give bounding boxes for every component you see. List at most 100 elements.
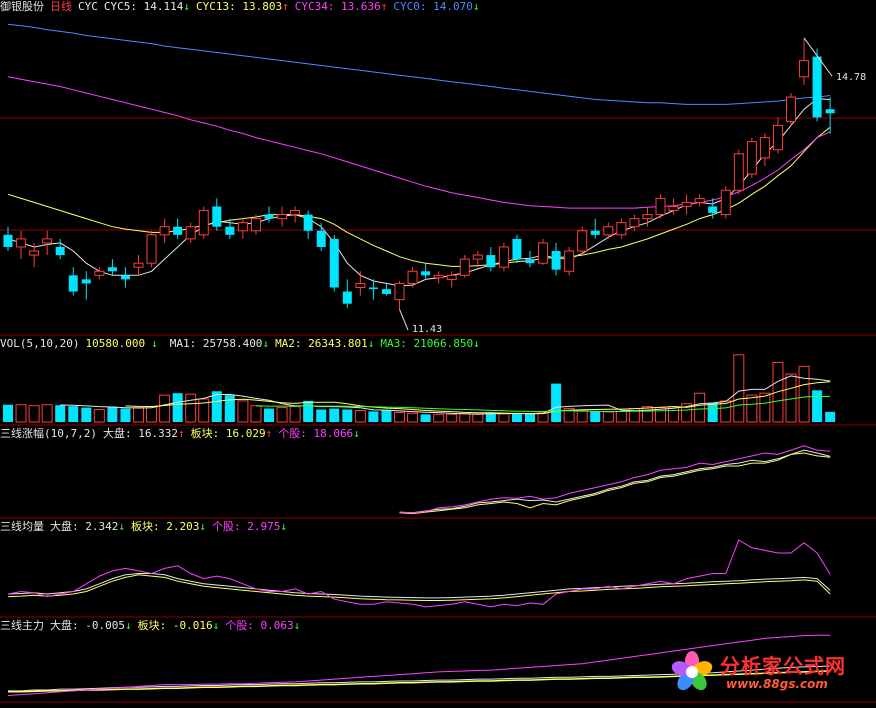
zhangfu-line-2 [399,445,831,514]
candle-body-63 [825,109,835,114]
candle-body-58 [759,137,770,159]
zhangfu-legend-1: 板块: 16.029↑ [191,427,273,440]
junliang-line-2 [7,539,831,608]
candle-body-53 [694,197,705,203]
candle-body-17 [225,226,235,235]
cyc-legend-label-2: CYC34: 13.636 [294,0,381,13]
candle-body-31 [407,270,418,284]
candle-body-36 [472,254,483,260]
candle-body-42 [551,251,561,270]
zhuli-title: 三线主力 [0,619,44,632]
candle-body-35 [459,258,470,276]
vol-bar-63 [825,411,836,422]
vol-bar-18 [237,400,249,423]
cyc-line-CYC5 [7,98,831,287]
vol-bar-41 [537,412,549,423]
vol-legend-arrow-1: ↓ [367,337,375,350]
candle-body-19 [250,218,261,232]
vol-legend-arrow-0: ↓ [262,337,270,350]
candle-body-43 [564,250,575,272]
candle-body-15 [198,210,209,236]
cyc-legend-2: CYC34: 13.636↑ [295,0,388,13]
candle-body-59 [772,124,783,151]
junliang-line-1 [7,574,831,601]
candle-body-27 [355,282,366,288]
junliang-panel-header: 三线均量 大盘: 2.342↓ 板块: 2.203↓ 个股: 2.975↓ [0,521,299,533]
candle-body-56 [733,153,744,191]
cyc-legend-arrow-3: ↓ [472,0,480,13]
zhuli-legend-label-2: 个股: 0.063 [225,619,294,632]
vol-arrow: ↓ [151,337,158,350]
vol-bar-54 [707,402,718,422]
zhangfu-title: 三线涨幅(10,7,2) [0,427,97,440]
vol-bar-13 [172,393,183,422]
candle-body-44 [577,230,588,252]
candle-body-2 [29,250,40,256]
stock-chart [0,23,876,703]
candle-body-38 [498,246,509,268]
vol-bar-10 [133,407,144,423]
junliang-legend-0: 大盘: 2.342↓ [50,520,125,533]
cyc-legend-arrow-0: ↓ [183,0,190,13]
vol-bar-26 [342,409,353,422]
vol-bar-56 [733,354,745,423]
vol-bar-9 [120,408,131,422]
candle-body-51 [668,205,679,212]
zhuli-legend-arrow-1: ↓ [212,619,220,632]
candle-body-22 [290,210,301,216]
vol-bar-47 [615,410,627,423]
candle-body-45 [590,230,600,235]
candle-body-25 [329,238,339,288]
candle-body-41 [538,242,549,264]
candle-body-12 [159,226,170,236]
zhuli-legend-arrow-0: ↓ [124,619,132,632]
candle-body-34 [446,274,457,280]
vol-bar-45 [590,411,601,422]
zhangfu-legend-label-2: 个股: 18.066 [278,427,354,440]
vol-legend-2: MA3: 21066.850↓ [380,337,479,350]
candle-body-23 [303,214,313,231]
vol-bar-8 [107,406,118,422]
candle-body-24 [316,230,326,247]
vol-bar-7 [93,409,105,423]
zhuli-legend-label-1: 板块: -0.016 [137,619,213,632]
candle-body-10 [133,262,144,268]
vol-bar-29 [381,410,392,422]
vol-bar-62 [812,390,823,422]
candle-body-0 [3,234,13,247]
candle-body-4 [55,246,65,256]
junliang-legend-label-2: 个股: 2.975 [211,520,281,533]
candle-body-28 [368,287,378,290]
zhangfu-legend-label-0: 大盘: 16.332 [102,427,178,440]
vol-bar-21 [276,407,288,423]
vol-bar-0 [3,404,13,422]
candle-body-54 [708,206,718,213]
vol-bar-32 [420,414,431,422]
vol-bar-34 [446,413,458,423]
vol-bar-49 [641,406,653,423]
candle-body-6 [81,279,91,284]
vol-bar-22 [289,406,301,423]
candle-body-52 [681,201,692,207]
vol-bar-40 [525,413,535,422]
cyc-legend-1: CYC13: 13.803↑ [196,0,289,13]
vol-bar-44 [576,409,588,423]
vol-bar-42 [551,383,562,422]
candle-body-32 [421,271,431,276]
junliang-legend-label-0: 大盘: 2.342 [50,520,119,533]
vol-legend-0: MA1: 25758.400↓ [170,337,269,350]
vol-bar-53 [694,392,706,423]
vol-bar-25 [329,408,340,422]
candle-body-7 [94,270,105,276]
candle-body-26 [342,291,352,304]
watermark-url: www.88gs.com [726,677,828,691]
indicator-name: CYC [78,0,98,13]
vol-bar-1 [15,404,27,423]
junliang-legend-arrow-1: ↓ [199,520,206,533]
junliang-title: 三线均量 [0,520,44,533]
candle-body-40 [525,259,535,264]
candle-body-16 [212,206,222,227]
candle-body-8 [107,267,117,272]
zhangfu-legend-0: 大盘: 16.332↑ [103,427,185,440]
candle-body-3 [42,238,53,244]
